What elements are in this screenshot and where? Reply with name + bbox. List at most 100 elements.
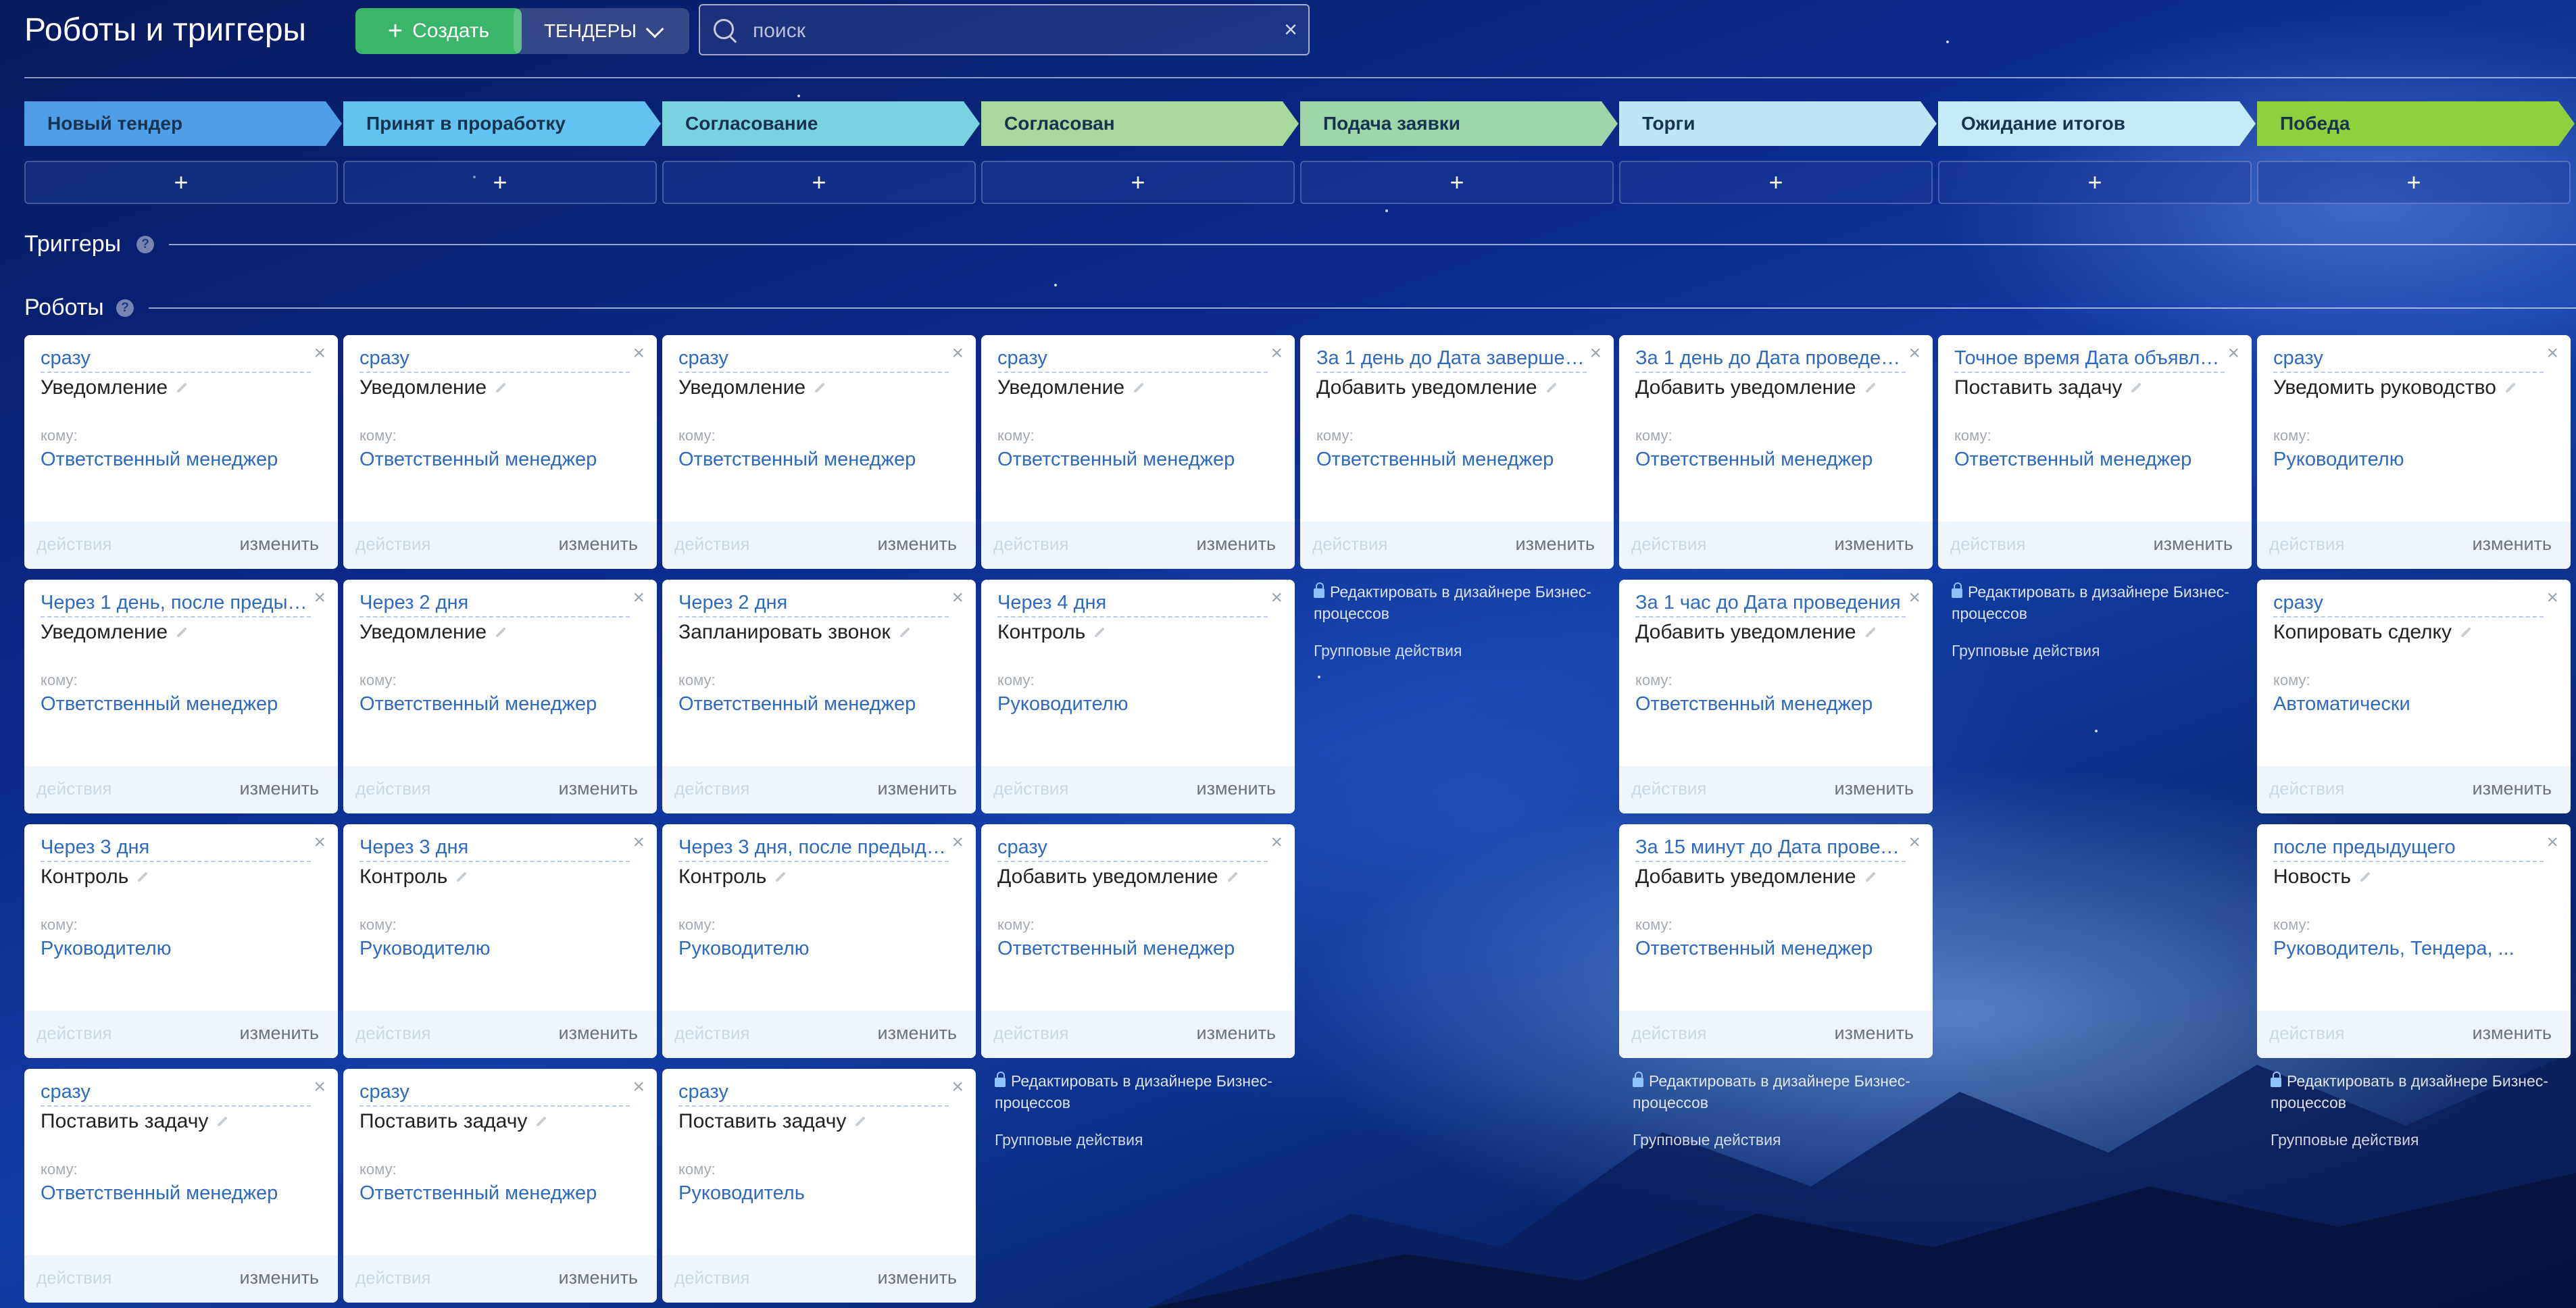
pencil-icon[interactable] — [2505, 382, 2516, 393]
pencil-icon[interactable] — [1094, 627, 1106, 638]
bp-designer-link[interactable]: Редактировать в дизайнере Бизнес-процесс… — [1633, 1070, 1930, 1113]
robot-card[interactable]: За 1 день до Дата завершения × Добавить ув… — [1300, 335, 1614, 569]
edit-link[interactable]: изменить — [240, 1023, 319, 1044]
close-icon[interactable]: × — [1270, 343, 1283, 363]
recipient-link[interactable]: Руководителю — [997, 690, 1281, 718]
close-icon[interactable]: × — [951, 832, 964, 853]
pencil-icon[interactable] — [1545, 382, 1557, 393]
pencil-icon[interactable] — [2360, 872, 2371, 882]
close-icon[interactable]: × — [314, 343, 326, 363]
recipient-link[interactable]: Ответственный менеджер — [41, 1180, 324, 1207]
robot-card[interactable]: сразу × Уведомление кому: Ответственный мене… — [24, 335, 338, 569]
edit-link[interactable]: изменить — [1835, 778, 1914, 799]
bp-designer-link[interactable]: Редактировать в дизайнере Бизнес-процесс… — [2271, 1070, 2568, 1113]
robot-delay-link[interactable]: сразу — [997, 345, 1268, 373]
search-input[interactable] — [751, 12, 1268, 50]
robot-card[interactable]: Через 3 дня × Контроль кому: Руководителю дей… — [24, 824, 338, 1058]
pencil-icon[interactable] — [775, 872, 787, 882]
group-actions-link[interactable]: Групповые действия — [1314, 642, 1462, 660]
recipient-link[interactable]: Ответственный менеджер — [1635, 690, 1919, 718]
group-actions-link[interactable]: Групповые действия — [1952, 642, 2100, 660]
robot-card[interactable]: сразу × Добавить уведомление кому: Ответстве… — [981, 824, 1295, 1058]
edit-link[interactable]: изменить — [1835, 534, 1914, 555]
robot-card[interactable]: За 15 минут до Дата проведения × Добавить … — [1619, 824, 1933, 1058]
recipient-link[interactable]: Руководителю — [360, 935, 643, 962]
actions-link[interactable]: действия — [355, 534, 430, 555]
actions-link[interactable]: действия — [674, 534, 749, 555]
stage-8[interactable]: Победа — [2257, 101, 2575, 146]
recipient-link[interactable]: Руководитель — [678, 1180, 962, 1207]
actions-link[interactable]: действия — [1631, 1023, 1706, 1044]
close-icon[interactable]: × — [951, 343, 964, 363]
recipient-link[interactable]: Ответственный менеджер — [997, 935, 1281, 962]
actions-link[interactable]: действия — [36, 1023, 112, 1044]
close-icon[interactable]: × — [951, 588, 964, 608]
robot-delay-link[interactable]: сразу — [360, 1078, 630, 1107]
add-trigger-button[interactable]: + — [24, 161, 338, 204]
robot-card[interactable]: сразу × Копировать сделку кому: Автоматическ… — [2257, 580, 2571, 813]
recipient-link[interactable]: Ответственный менеджер — [360, 690, 643, 718]
edit-link[interactable]: изменить — [240, 1267, 319, 1288]
actions-link[interactable]: действия — [1312, 534, 1387, 555]
close-icon[interactable]: × — [1270, 588, 1283, 608]
robot-card[interactable]: Через 2 дня × Запланировать звонок кому: Отв… — [662, 580, 976, 813]
recipient-link[interactable]: Ответственный менеджер — [1954, 446, 2238, 473]
robot-delay-link[interactable]: сразу — [2273, 345, 2544, 373]
robot-card[interactable]: сразу × Уведомление кому: Ответственный мене… — [981, 335, 1295, 569]
robot-delay-link[interactable]: Через 3 дня — [41, 834, 311, 862]
robot-delay-link[interactable]: Через 4 дня — [997, 589, 1268, 618]
actions-link[interactable]: действия — [674, 778, 749, 799]
close-icon[interactable]: × — [633, 588, 645, 608]
create-button[interactable]: + Создать — [355, 8, 522, 54]
edit-link[interactable]: изменить — [2473, 778, 2552, 799]
recipient-link[interactable]: Ответственный менеджер — [360, 446, 643, 473]
stage-3[interactable]: Согласование — [662, 101, 980, 146]
edit-link[interactable]: изменить — [878, 534, 957, 555]
close-icon[interactable]: × — [633, 343, 645, 363]
close-icon[interactable]: × — [2227, 343, 2239, 363]
robot-card[interactable]: после предыдущего × Новость кому: Руководите… — [2257, 824, 2571, 1058]
actions-link[interactable]: действия — [993, 778, 1068, 799]
robot-card[interactable]: Через 3 дня × Контроль кому: Руководителю дей… — [343, 824, 657, 1058]
pencil-icon[interactable] — [176, 627, 187, 638]
group-actions-link[interactable]: Групповые действия — [2271, 1131, 2419, 1149]
edit-link[interactable]: изменить — [2473, 1023, 2552, 1044]
robot-delay-link[interactable]: Точное время Дата объявления — [1954, 345, 2225, 373]
recipient-link[interactable]: Ответственный менеджер — [997, 446, 1281, 473]
robot-delay-link[interactable]: сразу — [997, 834, 1268, 862]
actions-link[interactable]: действия — [674, 1023, 749, 1044]
edit-link[interactable]: изменить — [559, 1267, 638, 1288]
robot-card[interactable]: Через 4 дня × Контроль кому: Руководителю дей… — [981, 580, 1295, 813]
robot-delay-link[interactable]: За 1 час до Дата проведения — [1635, 589, 1906, 618]
close-icon[interactable]: × — [2546, 832, 2558, 853]
close-icon[interactable]: × — [1908, 832, 1921, 853]
robot-delay-link[interactable]: Через 3 дня — [360, 834, 630, 862]
edit-link[interactable]: изменить — [1197, 1023, 1276, 1044]
pipeline-dropdown[interactable]: ТЕНДЕРЫ — [514, 8, 689, 54]
edit-link[interactable]: изменить — [1516, 534, 1595, 555]
add-trigger-button[interactable]: + — [981, 161, 1295, 204]
close-icon[interactable]: × — [1270, 832, 1283, 853]
pencil-icon[interactable] — [176, 382, 187, 393]
robot-card[interactable]: Через 2 дня × Уведомление кому: Ответственны… — [343, 580, 657, 813]
robot-delay-link[interactable]: сразу — [41, 1078, 311, 1107]
actions-link[interactable]: действия — [355, 778, 430, 799]
pencil-icon[interactable] — [495, 627, 506, 638]
add-trigger-button[interactable]: + — [1300, 161, 1614, 204]
robot-delay-link[interactable]: За 1 день до Дата завершения — [1316, 345, 1587, 373]
bp-designer-link[interactable]: Редактировать в дизайнере Бизнес-процесс… — [1314, 581, 1611, 624]
robot-delay-link[interactable]: За 1 день до Дата проведения — [1635, 345, 1906, 373]
help-icon[interactable]: ? — [116, 299, 134, 317]
robot-card[interactable]: сразу × Уведомить руководство кому: Руководи… — [2257, 335, 2571, 569]
stage-7[interactable]: Ожидание итогов — [1938, 101, 2256, 146]
robot-delay-link[interactable]: сразу — [41, 345, 311, 373]
pencil-icon[interactable] — [137, 872, 149, 882]
add-trigger-button[interactable]: + — [1938, 161, 2252, 204]
edit-link[interactable]: изменить — [1197, 534, 1276, 555]
edit-link[interactable]: изменить — [878, 1023, 957, 1044]
edit-link[interactable]: изменить — [559, 778, 638, 799]
bp-designer-link[interactable]: Редактировать в дизайнере Бизнес-процесс… — [995, 1070, 1292, 1113]
actions-link[interactable]: действия — [1631, 534, 1706, 555]
pencil-icon[interactable] — [1227, 872, 1238, 882]
close-icon[interactable]: × — [951, 1077, 964, 1097]
